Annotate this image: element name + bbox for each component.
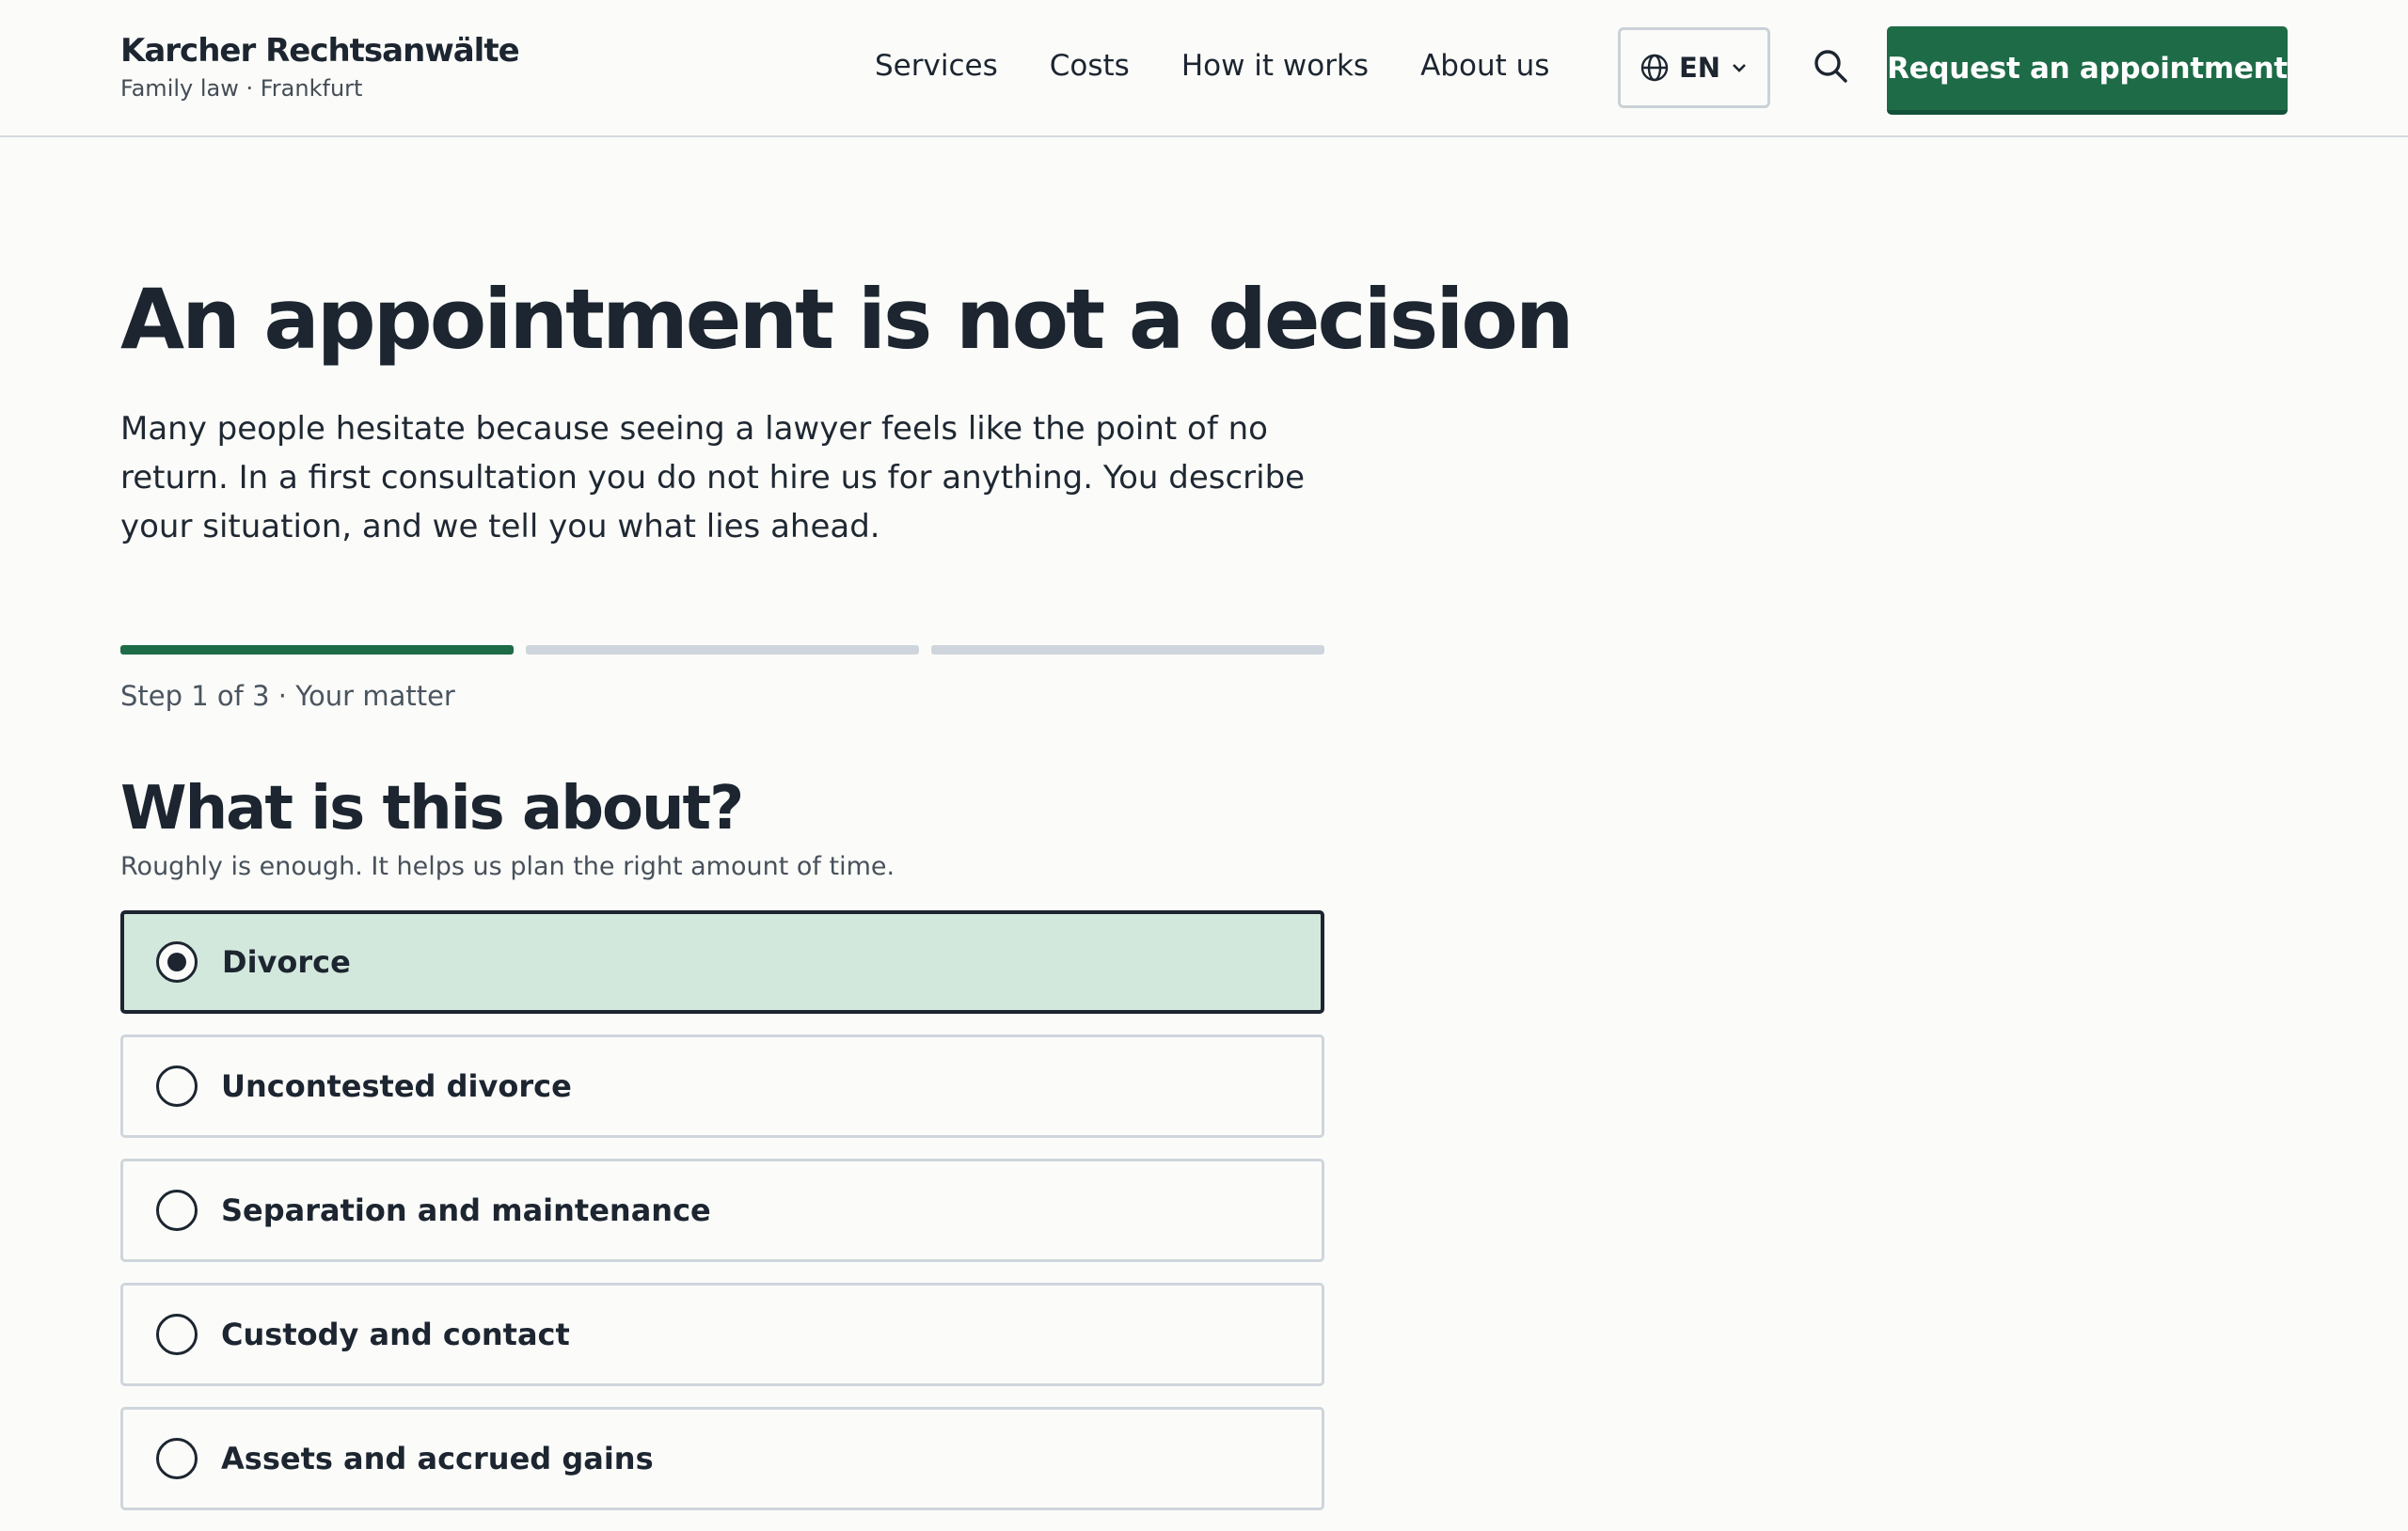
step-progress-bar xyxy=(120,645,1324,655)
nav-services[interactable]: Services xyxy=(875,45,998,87)
main-nav: Services Costs How it works About us xyxy=(875,45,1601,87)
option-label: Separation and maintenance xyxy=(221,1192,711,1228)
nav-how-it-works[interactable]: How it works xyxy=(1181,45,1369,87)
option-label: Assets and accrued gains xyxy=(221,1441,654,1476)
question-hint: Roughly is enough. It helps us plan the … xyxy=(120,852,895,881)
appointment-form: An appointment is not a decision Many pe… xyxy=(120,263,1574,1510)
option-separation-maintenance[interactable]: Separation and maintenance xyxy=(120,1159,1324,1262)
matter-options: Divorce Uncontested divorce Separation a… xyxy=(120,910,1324,1531)
step-label: Step 1 of 3 · Your matter xyxy=(120,680,455,712)
radio-icon[interactable] xyxy=(156,941,198,983)
radio-icon[interactable] xyxy=(156,1314,198,1355)
option-divorce[interactable]: Divorce xyxy=(120,910,1324,1014)
globe-icon xyxy=(1640,53,1670,83)
question-title: What is this about? xyxy=(120,774,744,844)
radio-icon[interactable] xyxy=(156,1438,198,1479)
intro-text: Many people hesitate because seeing a la… xyxy=(120,410,1306,545)
option-label: Custody and contact xyxy=(221,1317,570,1352)
search-icon xyxy=(1812,47,1849,88)
progress-segment-2 xyxy=(526,645,919,655)
option-label: Divorce xyxy=(222,944,351,980)
brand-subtitle: Family law · Frankfurt xyxy=(120,75,363,102)
nav-costs[interactable]: Costs xyxy=(1050,45,1130,87)
option-label: Uncontested divorce xyxy=(221,1068,572,1104)
request-appointment-button[interactable]: Request an appointment xyxy=(1887,26,2288,115)
search-button[interactable] xyxy=(1810,47,1851,88)
radio-icon[interactable] xyxy=(156,1065,198,1107)
nav-about-us[interactable]: About us xyxy=(1420,45,1549,87)
brand[interactable]: Karcher Rechtsanwälte Family law · Frank… xyxy=(120,31,520,104)
progress-segment-3 xyxy=(931,645,1324,655)
page-title: An appointment is not a decision xyxy=(120,271,1574,368)
option-assets-accrued-gains[interactable]: Assets and accrued gains xyxy=(120,1407,1324,1510)
brand-name: Karcher Rechtsanwälte xyxy=(120,32,520,70)
option-custody-contact[interactable]: Custody and contact xyxy=(120,1283,1324,1386)
option-uncontested-divorce[interactable]: Uncontested divorce xyxy=(120,1034,1324,1138)
chevron-down-icon xyxy=(1730,58,1749,77)
radio-icon[interactable] xyxy=(156,1190,198,1231)
progress-segment-1 xyxy=(120,645,514,655)
language-selector[interactable]: EN xyxy=(1618,27,1770,108)
language-label: EN xyxy=(1678,52,1721,84)
site-header: Karcher Rechtsanwälte Family law · Frank… xyxy=(0,0,2408,137)
